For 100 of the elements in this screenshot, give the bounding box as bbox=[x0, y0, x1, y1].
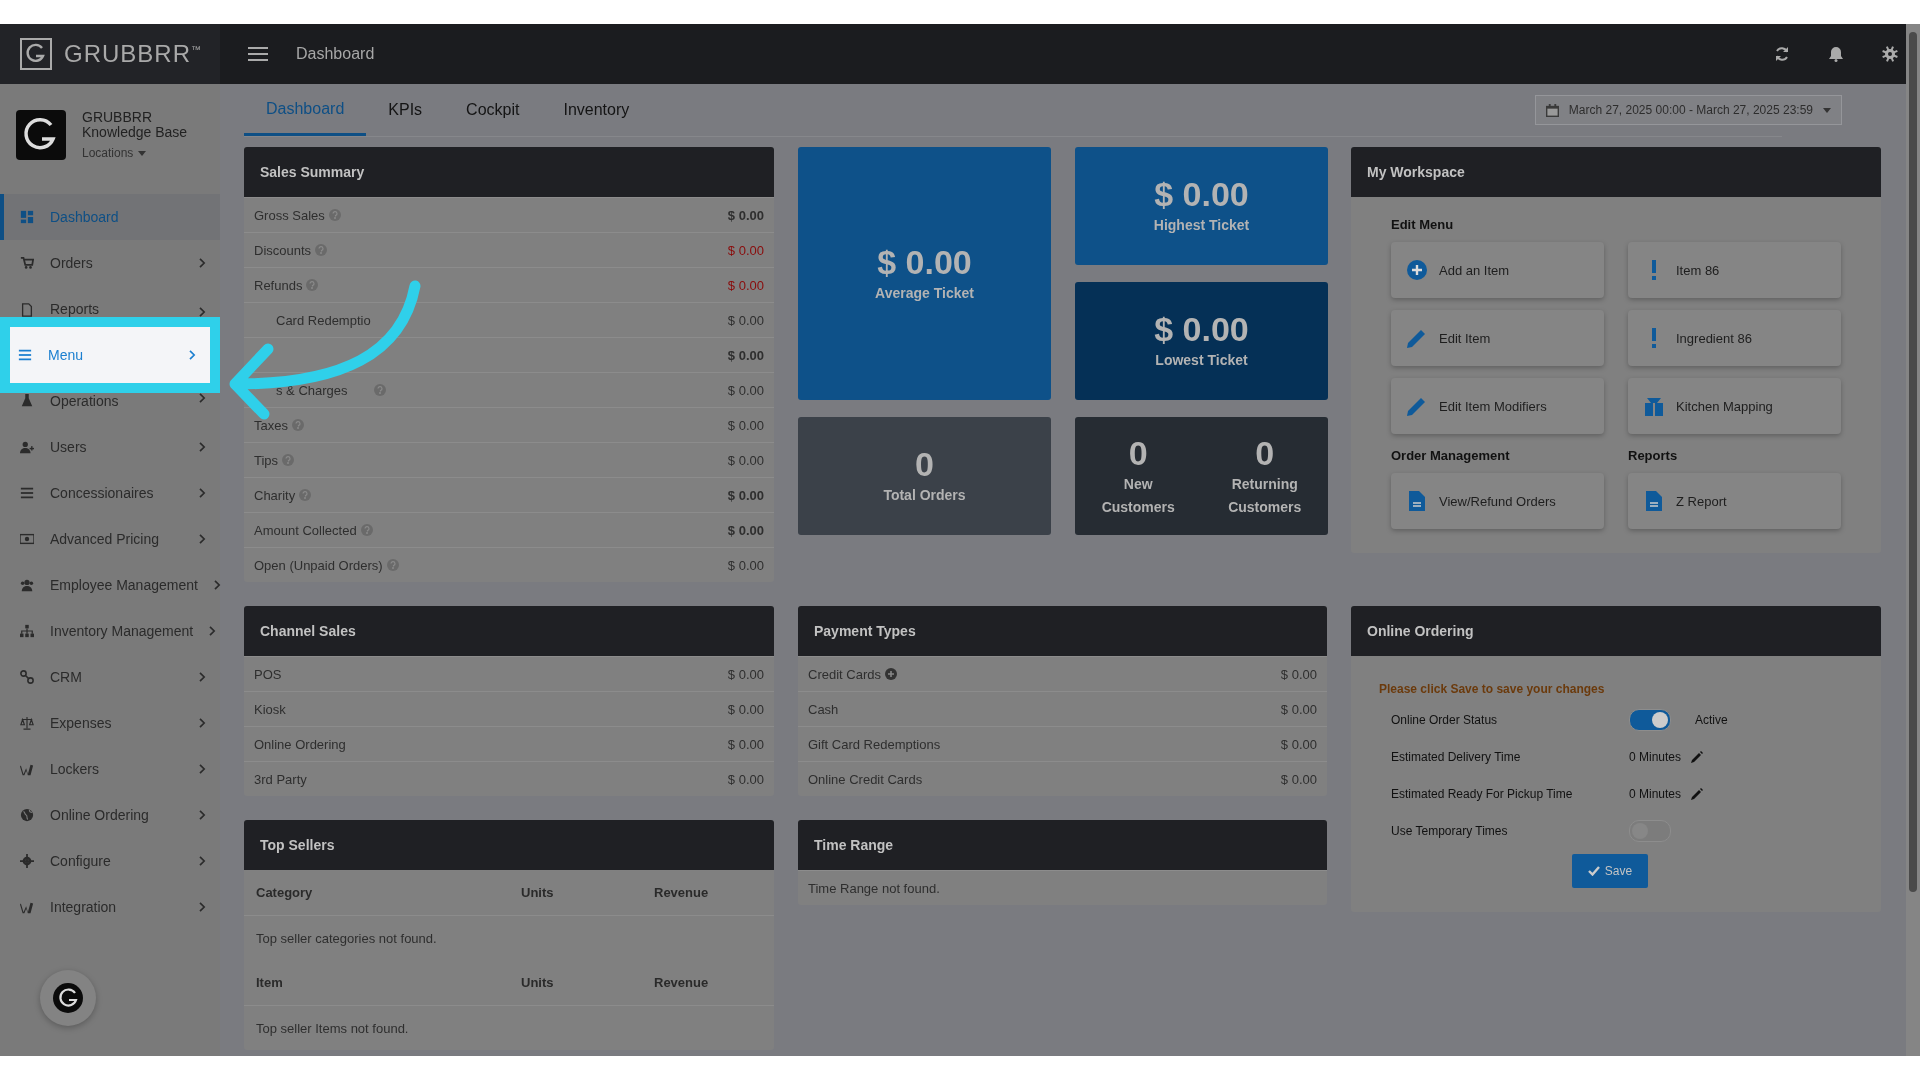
shortcut-button[interactable]: Z Report bbox=[1628, 473, 1841, 529]
users-icon bbox=[20, 578, 34, 592]
row-label: Discounts bbox=[254, 242, 312, 258]
row-label: POS bbox=[254, 666, 282, 682]
row-value: $ 0.00 bbox=[727, 242, 764, 258]
chevron-right-icon bbox=[209, 626, 217, 636]
stat-value: 0 bbox=[915, 445, 934, 484]
chat-button[interactable] bbox=[40, 970, 96, 1026]
empty-message: Top seller categories not found. bbox=[256, 930, 437, 946]
sidebar-item[interactable]: Employee Management bbox=[0, 562, 220, 608]
row-value: $ 0.00 bbox=[727, 522, 764, 538]
logo-icon bbox=[53, 983, 83, 1013]
column-header: Revenue bbox=[654, 975, 710, 990]
sidebar-item[interactable]: Reports bbox=[0, 286, 220, 317]
sidebar-item[interactable]: Integration bbox=[0, 884, 220, 930]
chevron-right-icon bbox=[199, 672, 206, 682]
stat-value: $ 0.00 bbox=[877, 242, 972, 282]
shortcut-button[interactable]: Item 86 bbox=[1628, 242, 1841, 298]
row-label: Tips bbox=[254, 452, 279, 468]
column-header: Category bbox=[256, 885, 314, 900]
row-label: 3rd Party bbox=[254, 771, 307, 787]
shortcut-button[interactable]: Ingredient 86 bbox=[1628, 310, 1841, 366]
stat-value: 0 bbox=[1128, 433, 1148, 473]
scrollbar[interactable] bbox=[1906, 24, 1920, 1056]
calendar-icon bbox=[1545, 103, 1559, 117]
row-value: $ 0.00 bbox=[727, 557, 764, 573]
locations-dropdown[interactable]: Locations bbox=[82, 146, 202, 160]
sidebar-item[interactable]: Configure bbox=[0, 838, 220, 884]
column-header: Item bbox=[256, 975, 284, 990]
help-icon bbox=[291, 419, 304, 431]
shortcut-button[interactable]: Add an Item bbox=[1391, 242, 1604, 298]
menu-button[interactable] bbox=[248, 46, 270, 62]
row-value: $ 0.00 bbox=[727, 771, 764, 787]
sidebar-item[interactable]: Dashboard bbox=[0, 194, 220, 240]
chevron-right-icon bbox=[199, 534, 206, 544]
row-value: $ 0.00 bbox=[727, 487, 764, 503]
plus-circle-icon[interactable] bbox=[884, 668, 897, 680]
empty-message: Time Range not found. bbox=[808, 880, 940, 896]
row-value: $ 0.00 bbox=[727, 417, 764, 433]
shortcut-button[interactable]: Edit Item Modifiers bbox=[1391, 378, 1604, 434]
sidebar-item[interactable]: Expenses bbox=[0, 700, 220, 746]
column-header: Units bbox=[521, 975, 555, 990]
shortcut-button[interactable]: Kitchen Mapping bbox=[1628, 378, 1841, 434]
chevron-right-icon bbox=[199, 442, 206, 452]
help-icon bbox=[328, 209, 341, 221]
link-icon bbox=[20, 670, 34, 684]
chevron-right-icon bbox=[199, 902, 206, 912]
setting-label: Use Temporary Times bbox=[1391, 823, 1509, 838]
logo-icon bbox=[16, 110, 66, 160]
tab[interactable]: KPIs bbox=[366, 84, 445, 136]
sidebar-item[interactable]: Inventory Management bbox=[0, 608, 220, 654]
help-icon bbox=[373, 384, 386, 396]
sidebar-item[interactable]: CRM bbox=[0, 654, 220, 700]
panel-title: Channel Sales bbox=[260, 623, 356, 639]
chevron-right-icon bbox=[199, 393, 206, 403]
panel-title: Top Sellers bbox=[260, 837, 335, 853]
sidebar-item[interactable]: Online Ordering bbox=[0, 792, 220, 838]
tab[interactable]: Cockpit bbox=[444, 84, 542, 136]
row-value: $ 0.00 bbox=[727, 312, 764, 328]
help-icon bbox=[282, 454, 295, 466]
gift-icon bbox=[1644, 396, 1664, 416]
row-value: $ 0.00 bbox=[727, 347, 764, 363]
pencil-icon[interactable] bbox=[1691, 750, 1704, 763]
stat-value: $ 0.00 bbox=[1154, 175, 1249, 214]
sidebar-item[interactable]: Menu bbox=[0, 317, 220, 393]
shortcut-button[interactable]: Edit Item bbox=[1391, 310, 1604, 366]
grid-icon bbox=[20, 210, 34, 224]
panel-title: My Workspace bbox=[1367, 164, 1465, 180]
account-name: GRUBBRR Knowledge Base bbox=[82, 110, 189, 140]
sidebar-item[interactable]: Concessionaires bbox=[0, 470, 220, 516]
toggle-switch[interactable] bbox=[1629, 708, 1671, 731]
sidebar-item[interactable]: Operations bbox=[0, 393, 220, 424]
pencil-icon bbox=[1407, 396, 1427, 416]
sidebar-item[interactable]: Lockers bbox=[0, 746, 220, 792]
row-value: $ 0.00 bbox=[727, 452, 764, 468]
check-icon bbox=[1587, 866, 1600, 876]
chevron-right-icon bbox=[199, 307, 206, 317]
notification-icon[interactable] bbox=[1828, 46, 1844, 62]
tab[interactable]: Inventory bbox=[541, 84, 652, 136]
row-label: Amount Collected bbox=[254, 522, 357, 538]
pencil-icon[interactable] bbox=[1691, 787, 1704, 800]
save-button[interactable]: Save bbox=[1571, 854, 1649, 888]
sidebar-item[interactable]: Users bbox=[0, 424, 220, 470]
tab[interactable]: Dashboard bbox=[244, 84, 367, 136]
shortcut-button[interactable]: View/Refund Orders bbox=[1391, 473, 1604, 529]
row-value: $ 0.00 bbox=[727, 382, 764, 398]
stat-value: $ 0.00 bbox=[1154, 310, 1249, 349]
row-label: Online Ordering bbox=[254, 736, 346, 752]
date-range-picker[interactable]: March 27, 2025 00:00 - March 27, 2025 23:59 bbox=[1534, 95, 1842, 125]
refresh-icon[interactable] bbox=[1774, 46, 1790, 62]
user-add-icon bbox=[20, 440, 34, 454]
sidebar-item[interactable]: Orders bbox=[0, 240, 220, 286]
setting-value: 0 Minutes bbox=[1629, 749, 1682, 764]
help-icon bbox=[386, 559, 399, 571]
chevron-right-icon bbox=[199, 718, 206, 728]
cart-icon bbox=[20, 256, 34, 270]
chevron-right-icon bbox=[213, 580, 221, 590]
setting-label: Estimated Delivery Time bbox=[1391, 749, 1522, 764]
plus-circle-icon bbox=[1407, 260, 1427, 280]
sidebar-item[interactable]: Advanced Pricing bbox=[0, 516, 220, 562]
